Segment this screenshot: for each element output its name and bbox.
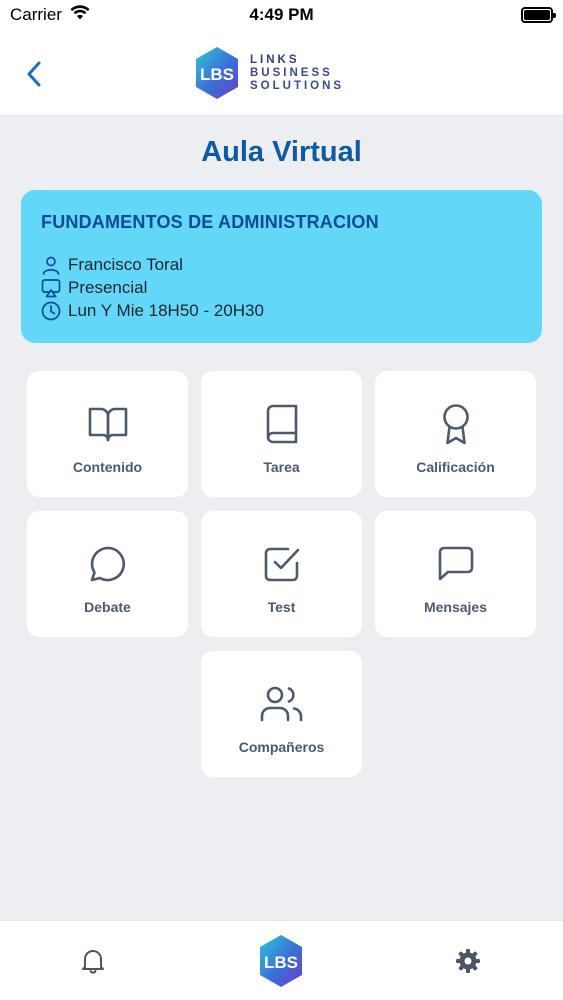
teacher-row: Francisco Toral (41, 255, 522, 275)
bottom-tab-bar: LBS (0, 920, 563, 1000)
tab-settings[interactable] (448, 941, 488, 981)
tile-label: Compañeros (238, 739, 325, 755)
tile-test[interactable]: Test (201, 511, 362, 637)
screen-cast-icon (41, 279, 61, 298)
clock-icon (41, 301, 61, 321)
modality-row: Presencial (41, 278, 522, 298)
wifi-icon (70, 5, 90, 25)
course-name: FUNDAMENTOS DE ADMINISTRACION (41, 212, 379, 232)
tile-companeros[interactable]: Compañeros (201, 651, 362, 777)
bell-icon (82, 950, 104, 974)
home-logo-icon: LBS (260, 935, 302, 987)
tile-contenido[interactable]: Contenido (27, 371, 188, 497)
app-header: LBS LINKS BUSINESS SOLUTIONS (0, 30, 563, 116)
modality-text: Presencial (68, 278, 148, 297)
company-logo-icon: LBS (196, 47, 238, 99)
tile-label: Debate (84, 599, 131, 615)
tile-label: Tarea (263, 459, 300, 475)
tab-home[interactable]: LBS (255, 933, 307, 989)
tile-label: Calificación (416, 459, 495, 475)
book-open-icon (88, 407, 127, 442)
tile-calificacion[interactable]: Calificación (375, 371, 536, 497)
tile-mensajes[interactable]: Mensajes (375, 511, 536, 637)
brand-logo: LBS LINKS BUSINESS SOLUTIONS (194, 46, 344, 100)
svg-text:LBS: LBS (264, 953, 298, 972)
brand-line-3: SOLUTIONS (250, 79, 345, 92)
tab-notifications[interactable] (73, 941, 113, 981)
users-icon (260, 686, 302, 722)
brand-line-2: BUSINESS (250, 66, 333, 79)
chevron-left-icon (27, 61, 41, 87)
schedule-row: Lun Y Mie 18H50 - 20H30 (41, 301, 522, 321)
brand-text: LINKS BUSINESS SOLUTIONS (250, 54, 344, 93)
tile-label: Contenido (72, 459, 143, 475)
schedule-text: Lun Y Mie 18H50 - 20H30 (68, 301, 264, 320)
status-bar: Carrier 4:49 PM (0, 0, 563, 30)
tile-label: Mensajes (423, 599, 488, 615)
tile-debate[interactable]: Debate (27, 511, 188, 637)
back-button[interactable] (18, 54, 50, 94)
checkbox-icon (264, 547, 299, 582)
message-square-icon (438, 546, 473, 581)
user-icon (42, 256, 60, 275)
book-icon (266, 404, 297, 444)
teacher-name: Francisco Toral (68, 255, 183, 274)
tile-label: Test (267, 599, 296, 615)
status-left: Carrier (10, 5, 90, 25)
battery-icon (521, 7, 556, 23)
svg-text:LBS: LBS (200, 65, 234, 84)
course-card: FUNDAMENTOS DE ADMINISTRACION Francisco … (21, 190, 542, 343)
tile-tarea[interactable]: Tarea (201, 371, 362, 497)
carrier-label: Carrier (10, 5, 62, 24)
page-title: Aula Virtual (201, 136, 362, 168)
brand-line-1: LINKS (250, 53, 300, 66)
chat-bubble-icon (90, 546, 125, 582)
gear-icon (456, 949, 480, 973)
award-icon (442, 404, 469, 445)
